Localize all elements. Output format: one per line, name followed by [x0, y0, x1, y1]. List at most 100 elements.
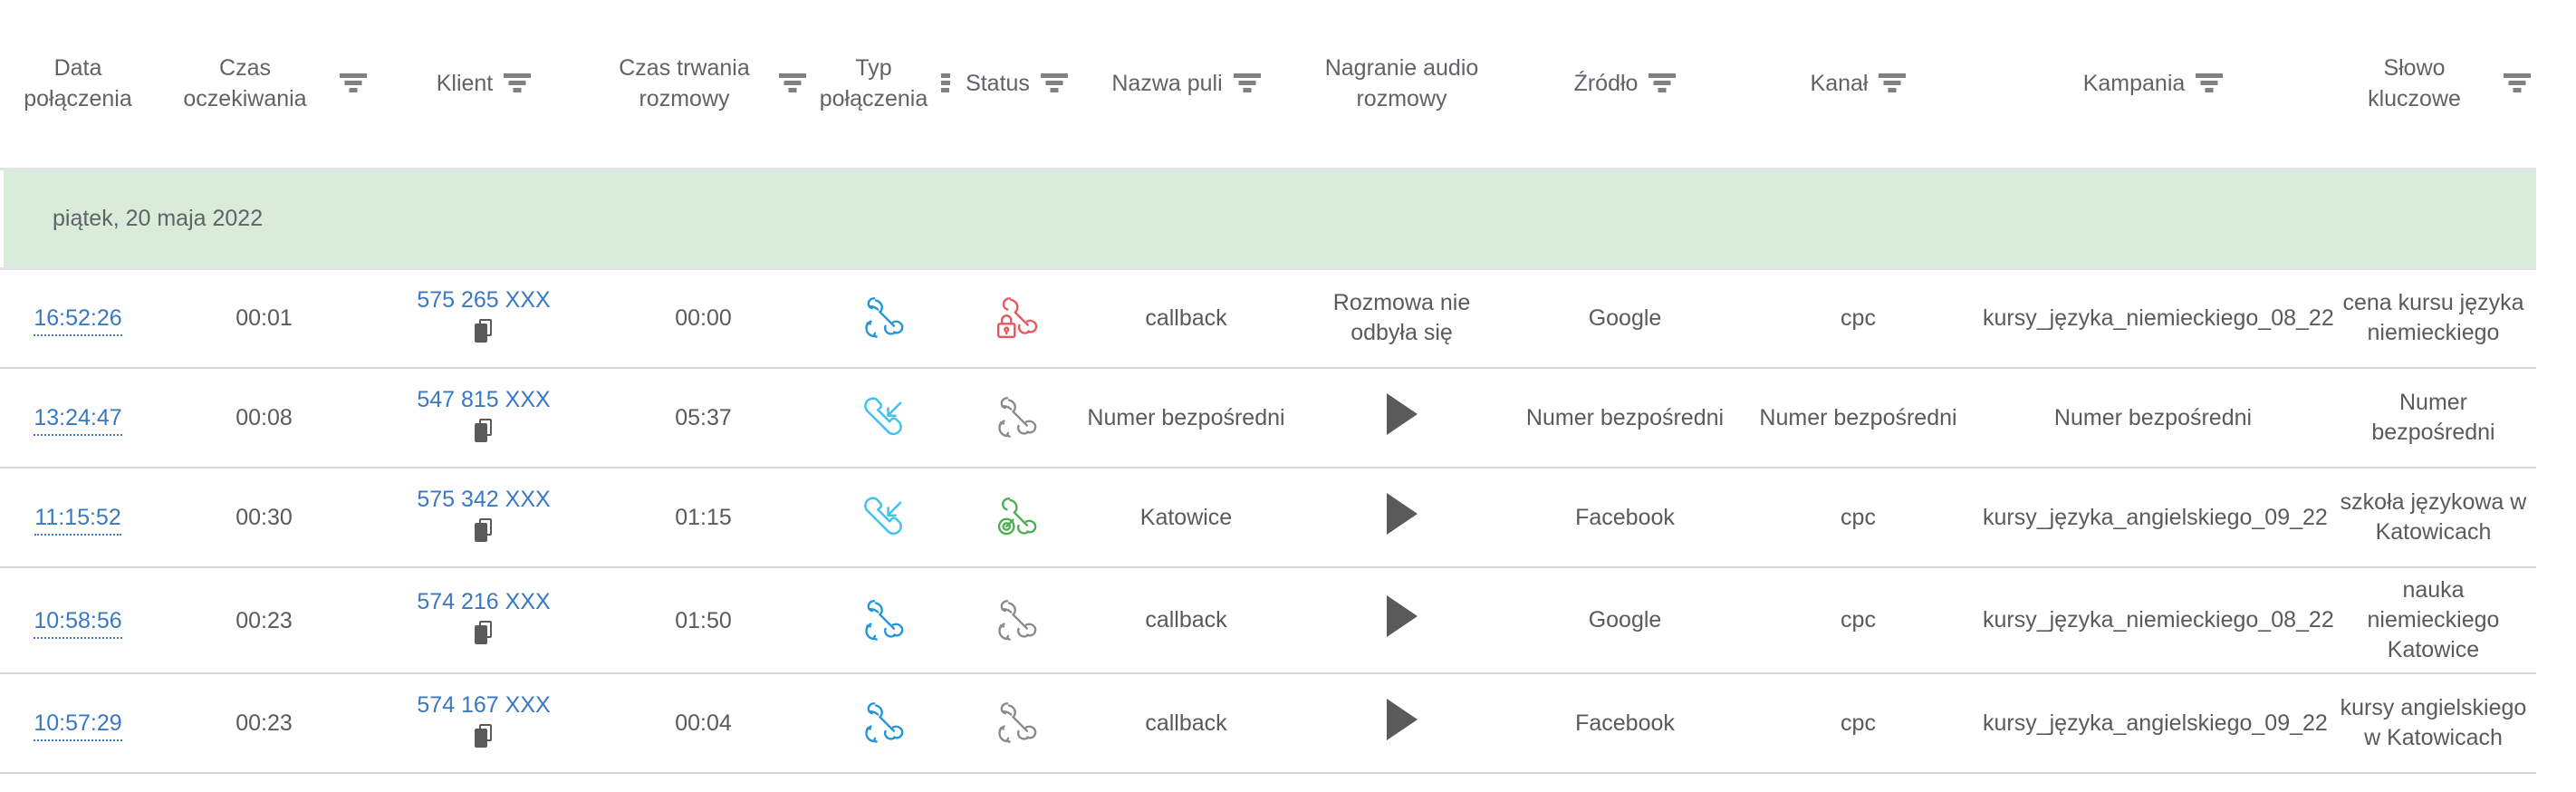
client-phone-number[interactable]: 575 265 XXX [380, 286, 588, 314]
column-header-zrodlo[interactable]: Źródło [1509, 0, 1741, 170]
cell-call-duration: 00:04 [595, 673, 812, 774]
cell-call-type[interactable] [812, 268, 956, 369]
copy-icon[interactable] [475, 517, 493, 542]
cell-recording[interactable] [1294, 468, 1509, 568]
call-time-link[interactable]: 16:52:26 [34, 305, 122, 337]
cell-call-type[interactable] [812, 468, 956, 568]
channel-value: cpc [1841, 504, 1876, 530]
client-phone-number[interactable]: 547 815 XXX [380, 386, 588, 413]
cell-pool-name: Katowice [1078, 468, 1294, 568]
cell-wait-time: 00:23 [156, 673, 372, 774]
callback-phone-icon[interactable] [991, 599, 1043, 641]
pool-name-value: Numer bezpośredni [1087, 404, 1285, 430]
filter-funnel-icon[interactable] [1233, 72, 1261, 94]
cell-status[interactable] [956, 567, 1078, 674]
cell-pool-name: Numer bezpośredni [1078, 368, 1294, 468]
cell-channel: cpc [1741, 567, 1975, 674]
wait-time-value: 00:08 [235, 405, 293, 430]
call-time-link[interactable]: 10:58:56 [34, 607, 122, 639]
play-icon[interactable] [1386, 492, 1418, 535]
column-header-nagranie-audio-rozmowy[interactable]: Nagranie audio rozmowy [1294, 0, 1509, 170]
play-icon[interactable] [1386, 698, 1418, 740]
callback-phone-icon[interactable] [991, 397, 1043, 438]
cell-recording[interactable] [1294, 673, 1509, 774]
callback-phone-icon[interactable] [858, 599, 910, 641]
table-body: piątek, 20 maja 2022 16:52:26 00:01 575 265… [0, 169, 2536, 774]
cell-status[interactable] [956, 368, 1078, 468]
callback-phone-icon[interactable] [858, 702, 910, 743]
call-duration-value: 01:15 [675, 505, 732, 530]
table-row: 13:24:47 00:08 547 815 XXX 05:37 Numer bezpo… [0, 368, 2536, 468]
channel-value: Numer bezpośredni [1759, 404, 1957, 430]
cell-recording[interactable] [1294, 368, 1509, 468]
call-log-page: Data połączenia Czas oczekiwania Klient Cza… [0, 0, 2576, 792]
incoming-call-icon[interactable] [858, 497, 910, 536]
play-icon[interactable] [1386, 595, 1418, 637]
call-duration-value: 05:37 [675, 405, 732, 430]
play-icon[interactable] [1386, 392, 1418, 435]
column-header-label: Klient [436, 71, 494, 97]
column-header-status[interactable]: Status [956, 0, 1078, 170]
filter-funnel-icon[interactable] [779, 72, 806, 94]
locked-phone-icon[interactable] [991, 297, 1043, 339]
filter-funnel-icon[interactable] [1648, 72, 1677, 94]
callback-phone-icon[interactable] [991, 702, 1043, 743]
table-row: 10:57:29 00:23 574 167 XXX 00:04 callback Fac… [0, 673, 2536, 774]
campaign-value: kursy_języka_angielskiego_09_22 [1983, 710, 2328, 736]
column-header-slowo-kluczowe[interactable]: Słowo kluczowe [2331, 0, 2536, 170]
copy-icon[interactable] [475, 318, 493, 343]
wait-time-value: 00:30 [235, 505, 293, 530]
client-phone-number[interactable]: 574 167 XXX [380, 691, 588, 719]
cell-status[interactable] [956, 673, 1078, 774]
cell-call-time[interactable]: 16:52:26 [0, 268, 156, 369]
filter-funnel-icon[interactable] [1040, 72, 1068, 94]
copy-icon[interactable] [475, 418, 493, 442]
cell-call-time[interactable]: 13:24:47 [0, 368, 156, 468]
campaign-value: Numer bezpośredni [2053, 404, 2253, 430]
header-row: Data połączenia Czas oczekiwania Klient Cza… [0, 0, 2536, 170]
cell-call-type[interactable] [812, 567, 956, 674]
cell-status[interactable] [956, 268, 1078, 369]
call-time-link[interactable]: 10:57:29 [34, 710, 122, 741]
client-phone-number[interactable]: 575 342 XXX [380, 486, 588, 513]
copy-icon[interactable] [475, 621, 493, 644]
cell-channel: Numer bezpośredni [1741, 368, 1975, 468]
filter-funnel-icon[interactable] [504, 72, 532, 94]
filter-funnel-icon[interactable] [941, 72, 950, 94]
column-header-nazwa-puli[interactable]: Nazwa puli [1078, 0, 1294, 170]
cell-call-time[interactable]: 11:15:52 [0, 468, 156, 568]
pool-name-value: callback [1145, 607, 1227, 633]
channel-value: cpc [1841, 607, 1876, 633]
cell-call-duration: 05:37 [595, 368, 812, 468]
filter-funnel-icon[interactable] [340, 72, 367, 94]
column-header-klient[interactable]: Klient [372, 0, 595, 170]
callback-phone-icon[interactable] [858, 297, 910, 338]
answered-call-icon[interactable] [991, 497, 1043, 536]
cell-status[interactable] [956, 468, 1078, 568]
call-time-link[interactable]: 11:15:52 [34, 505, 121, 536]
column-header-kanal[interactable]: Kanał [1741, 0, 1975, 170]
column-header-czas-trwania-rozmowy[interactable]: Czas trwania rozmowy [595, 0, 812, 170]
cell-call-time[interactable]: 10:57:29 [0, 673, 156, 774]
copy-icon[interactable] [475, 723, 493, 748]
channel-value: cpc [1841, 304, 1876, 331]
source-value: Facebook [1575, 504, 1675, 530]
cell-keyword: Numer bezpośredni [2331, 368, 2536, 468]
cell-call-time[interactable]: 10:58:56 [0, 567, 156, 674]
column-header-typ-polaczenia[interactable]: Typ połączenia [812, 0, 956, 170]
incoming-call-icon[interactable] [858, 397, 910, 436]
client-phone-number[interactable]: 574 216 XXX [380, 588, 588, 615]
filter-funnel-icon[interactable] [1879, 72, 1907, 94]
cell-recording[interactable] [1294, 567, 1509, 674]
column-header-czas-oczekiwania[interactable]: Czas oczekiwania [156, 0, 372, 170]
column-header-label: Źródło [1573, 71, 1639, 97]
keyword-value: kursy angielskiego w Katowicach [2340, 695, 2527, 750]
call-time-link[interactable]: 13:24:47 [34, 405, 122, 436]
cell-call-type[interactable] [812, 368, 956, 468]
column-header-data-polaczenia[interactable]: Data połączenia [0, 0, 156, 170]
filter-funnel-icon[interactable] [2504, 72, 2531, 94]
call-duration-value: 00:00 [675, 305, 732, 332]
filter-funnel-icon[interactable] [2196, 72, 2224, 94]
cell-call-type[interactable] [812, 673, 956, 774]
column-header-kampania[interactable]: Kampania [1975, 0, 2331, 170]
